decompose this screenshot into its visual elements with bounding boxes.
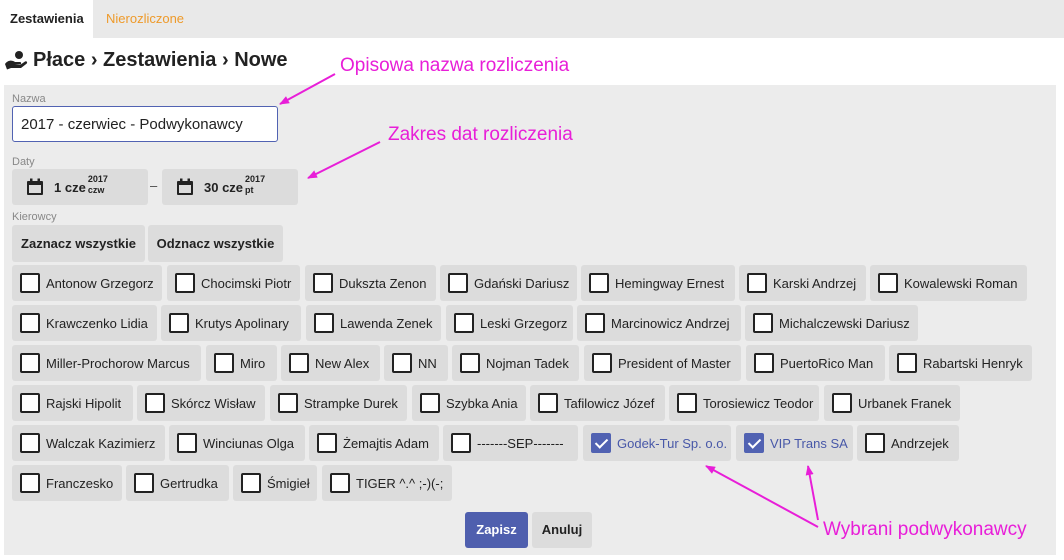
arrow-to-vip — [805, 465, 819, 521]
arrow-to-godek — [705, 465, 819, 528]
annotation-arrows — [279, 73, 819, 528]
arrow-to-dates — [307, 141, 381, 179]
arrow-to-name-input — [279, 73, 336, 105]
